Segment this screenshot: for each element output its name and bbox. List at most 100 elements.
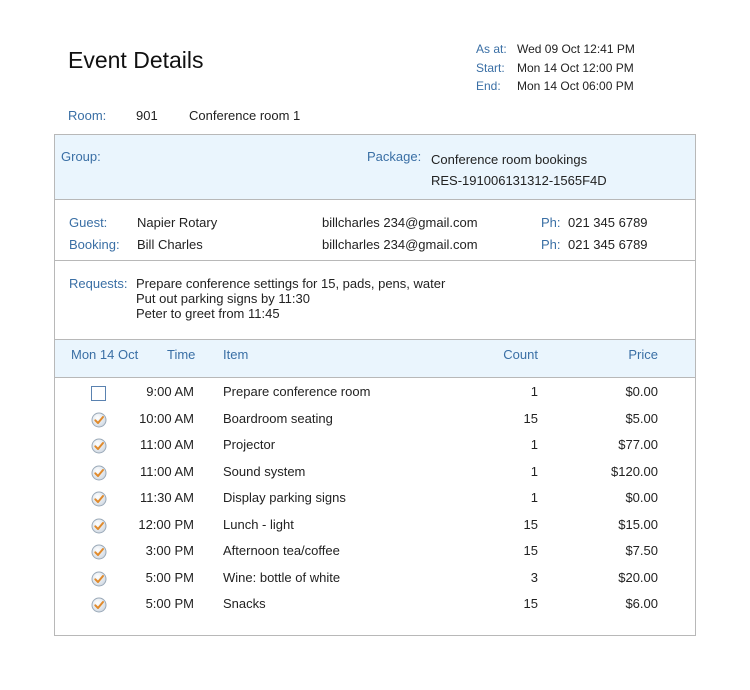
empty-checkbox-icon[interactable]	[91, 386, 106, 401]
row-price: $77.00	[618, 437, 658, 452]
row-time: 9:00 AM	[146, 384, 194, 399]
table-row: 11:30 AM Display parking signs 1 $0.00	[55, 485, 695, 512]
end-value: Mon 14 Oct 06:00 PM	[517, 79, 634, 93]
booking-name: Bill Charles	[137, 237, 203, 252]
room-number: 901	[136, 108, 158, 123]
request-line: Put out parking signs by 11:30	[136, 291, 310, 306]
as-at-row: As at: Wed 09 Oct 12:41 PM	[476, 40, 635, 59]
row-item: Lunch - light	[223, 516, 294, 532]
row-item: Projector	[223, 437, 276, 452]
request-line: Peter to greet from 11:45	[136, 306, 280, 321]
row-time: 11:00 AM	[140, 463, 194, 479]
row-price: $120.00	[611, 463, 658, 479]
row-item: Afternoon tea/coffee	[223, 543, 340, 558]
table-row: 11:00 AM Sound system 1 $120.00	[55, 459, 695, 486]
guest-email[interactable]: billcharles 234@gmail.com	[322, 213, 478, 233]
requests-label: Requests:	[69, 276, 128, 291]
row-item: Sound system	[223, 463, 306, 479]
checked-circle-icon[interactable]	[91, 597, 107, 613]
end-label: End:	[476, 79, 501, 93]
start-value: Mon 14 Oct 12:00 PM	[517, 60, 634, 75]
row-count: 1	[530, 384, 538, 399]
checked-circle-icon[interactable]	[91, 465, 107, 481]
package-ref: RES-191006131312-1565F4D	[431, 173, 607, 188]
guest-row: Guest: Napier Rotary billcharles 234@gma…	[55, 213, 695, 233]
header-time: Time	[167, 347, 196, 362]
booking-label: Booking:	[69, 237, 120, 252]
page-title: Event Details	[68, 47, 204, 74]
request-line: Prepare conference settings for 15, pads…	[136, 276, 446, 291]
row-price: $7.50	[625, 543, 658, 558]
row-count: 15	[523, 410, 538, 426]
checked-circle-icon[interactable]	[91, 438, 107, 454]
checked-circle-icon[interactable]	[91, 544, 107, 560]
guest-phone: 021 345 6789	[568, 215, 648, 230]
header-date: Mon 14 Oct	[71, 347, 139, 362]
row-count: 3	[530, 569, 538, 585]
event-timing: As at: Wed 09 Oct 12:41 PM Start: Mon 14…	[476, 40, 635, 96]
row-time: 11:00 AM	[140, 437, 194, 452]
row-price: $6.00	[625, 596, 658, 611]
table-row: 3:00 PM Afternoon tea/coffee 15 $7.50	[55, 538, 695, 565]
end-row: End: Mon 14 Oct 06:00 PM	[476, 77, 635, 96]
booking-phone: 021 345 6789	[568, 237, 648, 252]
row-time: 10:00 AM	[139, 410, 194, 426]
room-label: Room:	[68, 108, 107, 123]
row-price: $0.00	[625, 384, 658, 399]
event-details-panel: Group: Package: Conference room bookings…	[54, 134, 696, 636]
guest-phone-label: Ph:	[541, 215, 561, 230]
guest-label: Guest:	[69, 215, 108, 230]
row-time: 5:00 PM	[145, 596, 194, 611]
group-section: Group: Package: Conference room bookings…	[55, 135, 695, 200]
header-count: Count	[503, 347, 538, 362]
room-info: Room: 901 Conference room 1	[68, 108, 300, 123]
items-table-body: 9:00 AM Prepare conference room 1 $0.00 10:0…	[55, 378, 695, 618]
checked-circle-icon[interactable]	[91, 491, 107, 507]
table-row: 5:00 PM Wine: bottle of white 3 $20.00	[55, 565, 695, 592]
row-count: 1	[530, 463, 538, 479]
start-label: Start:	[476, 60, 505, 75]
row-item: Wine: bottle of white	[223, 569, 341, 585]
row-count: 15	[523, 543, 538, 558]
contacts-section: Guest: Napier Rotary billcharles 234@gma…	[55, 200, 695, 261]
row-time: 12:00 PM	[138, 516, 194, 532]
package-label: Package:	[367, 149, 422, 164]
start-row: Start: Mon 14 Oct 12:00 PM	[476, 59, 635, 78]
row-item: Display parking signs	[223, 490, 346, 505]
booking-email[interactable]: billcharles 234@gmail.com	[322, 235, 478, 255]
row-time: 3:00 PM	[145, 543, 194, 558]
package-name: Conference room bookings	[431, 152, 588, 167]
checked-circle-icon[interactable]	[91, 518, 107, 534]
package-value: Conference room bookings RES-19100613131…	[431, 149, 607, 191]
table-row: 5:00 PM Snacks 15 $6.00	[55, 591, 695, 618]
row-time: 11:30 AM	[140, 490, 194, 505]
requests-section: Requests: Prepare conference settings fo…	[55, 261, 695, 340]
row-price: $0.00	[625, 490, 658, 505]
as-at-value: Wed 09 Oct 12:41 PM	[517, 42, 635, 56]
as-at-label: As at:	[476, 42, 507, 56]
row-price: $20.00	[618, 569, 658, 585]
table-row: 11:00 AM Projector 1 $77.00	[55, 432, 695, 459]
table-row: 12:00 PM Lunch - light 15 $15.00	[55, 512, 695, 539]
row-price: $5.00	[625, 410, 658, 426]
table-row: 9:00 AM Prepare conference room 1 $0.00	[55, 379, 695, 406]
row-price: $15.00	[618, 516, 658, 532]
checked-circle-icon[interactable]	[91, 412, 107, 428]
requests-lines: Prepare conference settings for 15, pads…	[136, 276, 445, 321]
row-count: 1	[530, 490, 538, 505]
table-row: 10:00 AM Boardroom seating 15 $5.00	[55, 406, 695, 433]
row-item: Snacks	[223, 596, 266, 611]
group-label: Group:	[61, 149, 101, 164]
row-time: 5:00 PM	[145, 569, 194, 585]
header-price: Price	[628, 347, 658, 362]
items-table-header: Mon 14 Oct Time Item Count Price	[55, 340, 695, 378]
booking-phone-label: Ph:	[541, 237, 561, 252]
room-name: Conference room 1	[189, 108, 301, 123]
header-item: Item	[223, 347, 249, 362]
guest-name: Napier Rotary	[137, 215, 218, 230]
booking-row: Booking: Bill Charles billcharles 234@gm…	[55, 235, 695, 255]
row-item: Prepare conference room	[223, 384, 371, 399]
row-count: 15	[523, 596, 538, 611]
checked-circle-icon[interactable]	[91, 571, 107, 587]
row-item: Boardroom seating	[223, 410, 333, 426]
